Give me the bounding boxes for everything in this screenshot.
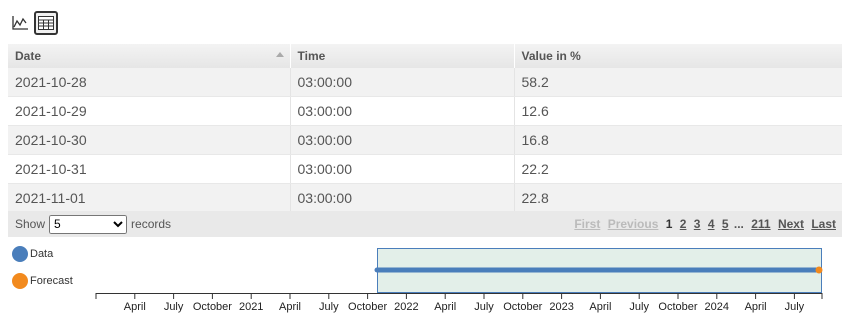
cell-date: 2021-10-29 [8, 96, 291, 126]
timeline-tick-label: April [589, 301, 611, 313]
timeline-navigator[interactable]: April July October 2021 April July October 2022… [0, 244, 842, 334]
cell-date: 2021-10-30 [8, 125, 291, 155]
timeline-tick-label: July [629, 301, 649, 313]
cell-time: 03:00:00 [290, 154, 515, 184]
previous-page-link: Previous [607, 217, 659, 231]
page-link-2[interactable]: 2 [680, 217, 687, 231]
timeline-tick-label: 2022 [394, 301, 418, 313]
timeline-tick-label: October [658, 301, 697, 313]
last-page-link[interactable]: Last [811, 217, 836, 231]
timeline-tick-label: 2021 [239, 301, 263, 313]
records-label: records [131, 217, 172, 231]
cell-date: 2021-11-01 [8, 183, 291, 213]
timeline-tick-label: April [124, 301, 146, 313]
table-row: 2021-11-01 03:00:00 22.8 [8, 183, 842, 213]
sort-ascending-icon [275, 52, 284, 57]
cell-value: 16.8 [514, 125, 842, 155]
cell-time: 03:00:00 [290, 68, 515, 97]
timeline-tick-label: October [503, 301, 542, 313]
cell-value: 58.2 [514, 68, 842, 97]
column-header-time[interactable]: Time [290, 44, 515, 68]
table-view-button[interactable] [34, 11, 58, 35]
page-link-last-number[interactable]: 211 [751, 217, 770, 231]
page-link-1: 1 [665, 217, 673, 231]
timeline-tick-label: July [474, 301, 494, 313]
timeline-tick-label: 2023 [549, 301, 573, 313]
page-link-4[interactable]: 4 [708, 217, 715, 231]
timeline-tick-label: July [319, 301, 339, 313]
cell-date: 2021-10-31 [8, 154, 291, 184]
cell-time: 03:00:00 [290, 96, 515, 126]
chart-view-button[interactable] [8, 11, 32, 35]
timeline-tick-label: April [279, 301, 301, 313]
pagination-ellipsis: ... [733, 217, 744, 231]
page-size-select[interactable]: 5 [49, 214, 128, 234]
first-page-link: First [574, 217, 601, 231]
cell-time: 03:00:00 [290, 183, 515, 213]
timeline-tick-label: July [785, 301, 805, 313]
line-chart-icon [12, 16, 28, 30]
table-icon [38, 16, 54, 30]
table-row: 2021-10-31 03:00:00 22.2 [8, 154, 842, 184]
data-table: Date Time Value in % 2021-10-28 03:00:00… [8, 44, 842, 213]
view-toolbar [8, 11, 58, 35]
page-link-5[interactable]: 5 [722, 217, 729, 231]
timeline-forecast-marker [815, 266, 823, 274]
cell-date: 2021-10-28 [8, 68, 291, 97]
cell-value: 22.2 [514, 154, 842, 184]
column-header-value[interactable]: Value in % [514, 44, 842, 68]
table-row: 2021-10-30 03:00:00 16.8 [8, 125, 842, 155]
timeline-tick-label: 2024 [705, 301, 729, 313]
column-header-date[interactable]: Date [8, 44, 291, 68]
timeline-tick-label: July [164, 301, 184, 313]
pagination: First Previous 1 2 3 4 5 ... 211 Next La… [570, 217, 836, 231]
timeline-tick-label: April [434, 301, 456, 313]
table-row: 2021-10-28 03:00:00 58.2 [8, 68, 842, 97]
table-row: 2021-10-29 03:00:00 12.6 [8, 96, 842, 126]
table-pager: Show 5 records First Previous 1 2 3 4 5 … [8, 211, 842, 237]
timeline-ticks: April July October 2021 April July October 2022… [95, 293, 823, 313]
timeline-tick-label: October [193, 301, 232, 313]
timeline-tick-label: April [745, 301, 767, 313]
cell-time: 03:00:00 [290, 125, 515, 155]
timeline-tick-label: October [348, 301, 387, 313]
cell-value: 22.8 [514, 183, 842, 213]
show-label: Show [15, 217, 46, 231]
page-link-3[interactable]: 3 [694, 217, 701, 231]
next-page-link[interactable]: Next [778, 217, 804, 231]
table-header-row: Date Time Value in % [8, 44, 842, 68]
cell-value: 12.6 [514, 96, 842, 126]
